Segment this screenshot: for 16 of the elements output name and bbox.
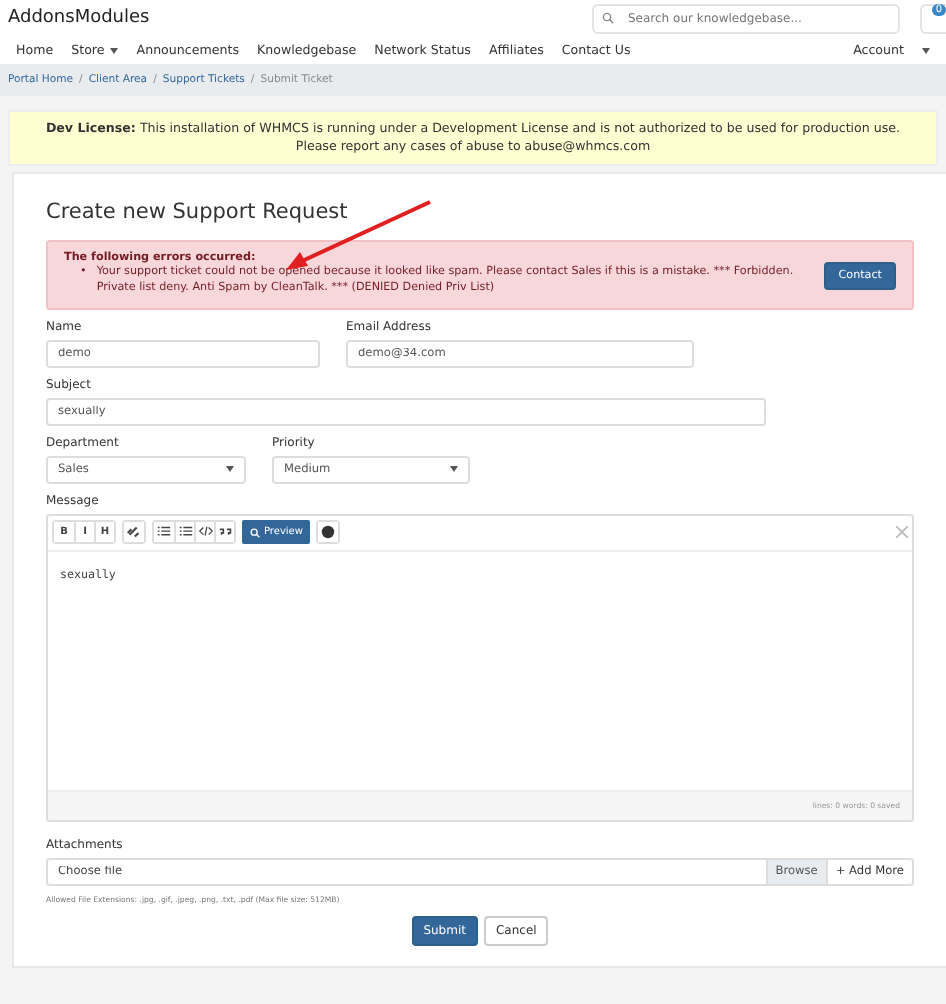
toolbar-button[interactable] <box>194 522 214 543</box>
numbered-list-icon <box>177 524 193 541</box>
caret-icon <box>922 47 930 53</box>
toolbar-button[interactable] <box>174 522 194 543</box>
code-icon <box>197 524 213 541</box>
caret-icon <box>450 466 458 473</box>
toolbar-button[interactable] <box>154 522 174 543</box>
caret-icon <box>226 466 234 473</box>
page-title: Create new Support Request <box>46 200 350 225</box>
bullet-list-icon <box>156 524 172 541</box>
search-icon <box>602 12 614 24</box>
quote-icon <box>217 524 233 541</box>
caret-icon <box>110 47 119 53</box>
toolbar-button[interactable] <box>214 522 234 543</box>
site-logo[interactable]: AddonsModules <box>8 8 150 28</box>
search-icon <box>250 527 260 538</box>
